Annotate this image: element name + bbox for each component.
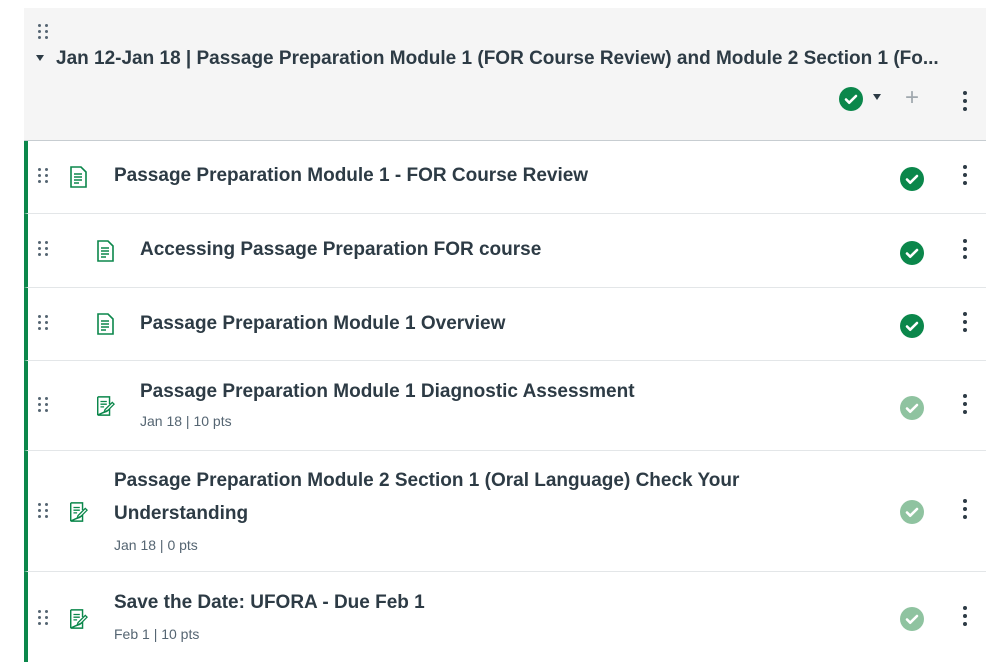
drag-handle-icon[interactable] [38,397,49,413]
context-module: Jan 12-Jan 18 | Passage Preparation Modu… [24,8,986,662]
published-check-icon[interactable] [900,314,924,338]
quiz-icon [70,609,88,629]
module-item[interactable]: Passage Preparation Module 1 Diagnostic … [24,361,986,451]
published-check-icon[interactable] [900,500,924,524]
item-title-line1[interactable]: Passage Preparation Module 2 Section 1 (… [114,465,739,497]
drag-handle-icon[interactable] [38,315,49,331]
published-check-icon[interactable] [900,167,924,191]
item-kebab-menu-icon[interactable] [963,239,967,259]
quiz-icon [70,502,88,522]
item-details: Feb 1 | 10 pts [114,626,200,642]
document-icon [70,166,87,188]
published-check-icon[interactable] [900,607,924,631]
item-title[interactable]: Accessing Passage Preparation FOR course [140,234,541,266]
module-kebab-menu-icon[interactable] [963,91,967,111]
module-item[interactable]: Passage Preparation Module 1 - FOR Cours… [24,141,986,214]
module-item[interactable]: Accessing Passage Preparation FOR course [24,214,986,288]
item-kebab-menu-icon[interactable] [963,394,967,414]
publish-menu-caret-icon[interactable] [873,94,881,100]
published-check-icon[interactable] [900,241,924,265]
quiz-icon [97,396,115,416]
collapse-caret-icon[interactable] [36,55,44,61]
module-item[interactable]: Save the Date: UFORA - Due Feb 1 Feb 1 |… [24,572,986,662]
drag-handle-icon[interactable] [38,610,49,626]
item-title[interactable]: Passage Preparation Module 1 - FOR Cours… [114,160,588,192]
item-title[interactable]: Passage Preparation Module 1 Diagnostic … [140,376,635,408]
item-kebab-menu-icon[interactable] [963,606,967,626]
drag-handle-icon[interactable] [38,503,49,519]
module-header[interactable]: Jan 12-Jan 18 | Passage Preparation Modu… [24,8,986,141]
drag-handle-icon[interactable] [38,24,49,40]
published-check-icon[interactable] [900,396,924,420]
item-kebab-menu-icon[interactable] [963,499,967,519]
item-title[interactable]: Save the Date: UFORA - Due Feb 1 [114,587,425,619]
drag-handle-icon[interactable] [38,168,49,184]
module-item[interactable]: Passage Preparation Module 1 Overview [24,288,986,361]
item-details: Jan 18 | 0 pts [114,537,198,553]
item-kebab-menu-icon[interactable] [963,165,967,185]
document-icon [97,240,114,262]
item-kebab-menu-icon[interactable] [963,312,967,332]
item-details: Jan 18 | 10 pts [140,413,232,429]
module-item[interactable]: Passage Preparation Module 2 Section 1 (… [24,451,986,572]
item-title-line2[interactable]: Understanding [114,498,248,530]
document-icon [97,313,114,335]
module-title[interactable]: Jan 12-Jan 18 | Passage Preparation Modu… [56,48,980,70]
add-item-button[interactable]: + [905,86,919,110]
module-published-check-icon[interactable] [839,87,863,111]
item-title[interactable]: Passage Preparation Module 1 Overview [140,308,505,340]
drag-handle-icon[interactable] [38,241,49,257]
